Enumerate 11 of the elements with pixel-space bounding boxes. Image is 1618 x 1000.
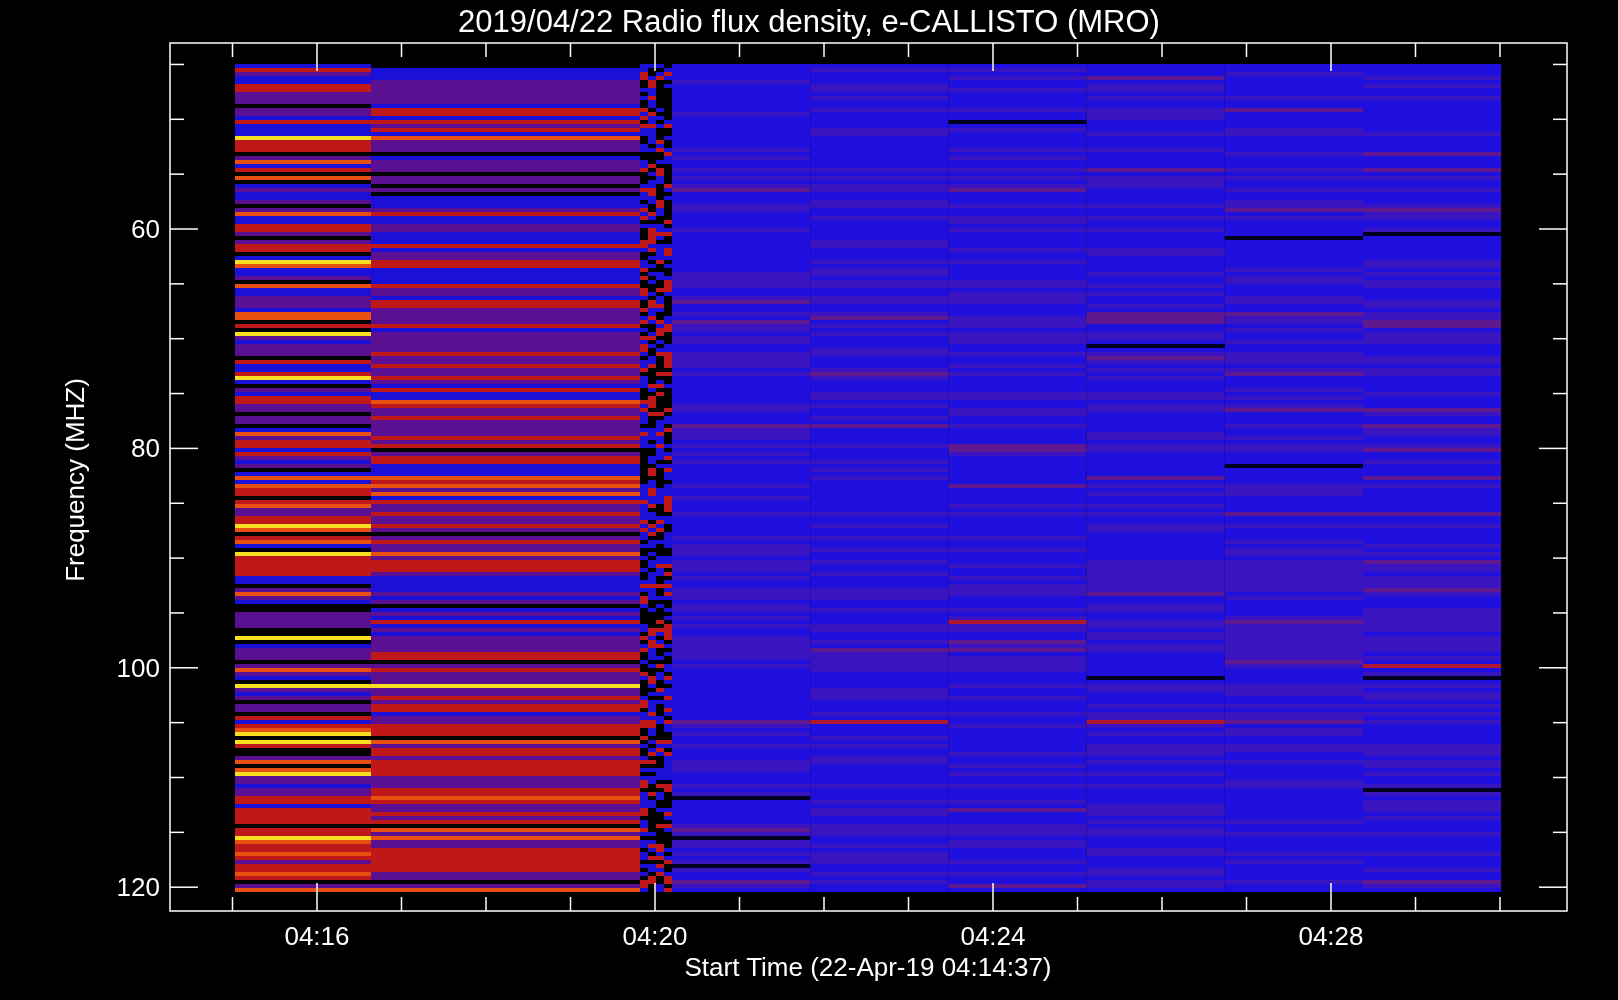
tick-label: 04:20 (622, 921, 688, 951)
tick-label: 60 (131, 214, 160, 244)
tick-label: 04:16 (284, 921, 350, 951)
tick-label: 04:28 (1298, 921, 1364, 951)
y-axis-label: Frequency (MHZ) (60, 378, 90, 582)
plot-title: 2019/04/22 Radio flux density, e-CALLISTO (MRO) (458, 4, 1160, 39)
tick-label: 80 (131, 433, 160, 464)
x-axis-label: Start Time (22-Apr-19 04:14:37) (684, 952, 1052, 982)
tick-label: 04:24 (960, 921, 1026, 951)
tick-label: 100 (116, 652, 160, 683)
tick-label: 120 (116, 872, 160, 903)
